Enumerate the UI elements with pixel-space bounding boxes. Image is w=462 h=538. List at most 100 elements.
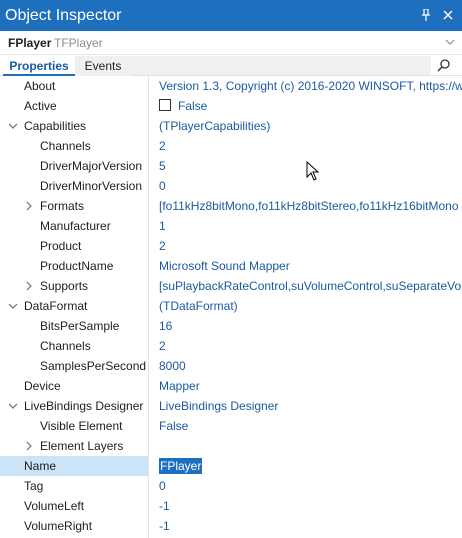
search-icon[interactable] xyxy=(437,58,453,74)
property-row[interactable]: Active False xyxy=(0,96,462,116)
property-row[interactable]: VolumeRight -1 xyxy=(0,516,462,536)
property-row[interactable]: SamplesPerSecond 8000 xyxy=(0,356,462,376)
property-name: LiveBindings Designer xyxy=(24,399,144,413)
property-value-cell[interactable]: [suPlaybackRateControl,suVolumeControl,s… xyxy=(159,276,462,296)
property-name-cell[interactable]: Active xyxy=(0,96,148,116)
property-value: Mapper xyxy=(159,379,200,393)
property-name-cell[interactable]: Supports xyxy=(0,276,148,296)
property-value-cell[interactable]: 8000 xyxy=(159,356,462,376)
chevron-down-icon[interactable] xyxy=(444,36,458,50)
property-value: 8000 xyxy=(159,359,186,373)
checkbox[interactable] xyxy=(159,99,171,111)
property-value-cell[interactable]: -1 xyxy=(159,516,462,536)
mouse-cursor-icon xyxy=(306,160,320,181)
chevron-right-icon[interactable] xyxy=(24,196,36,216)
property-value-cell[interactable]: -1 xyxy=(159,496,462,516)
property-name-cell[interactable]: About xyxy=(0,76,148,96)
property-name: BitsPerSample xyxy=(40,319,120,333)
property-name: ProductName xyxy=(40,259,114,273)
tab-properties[interactable]: Properties xyxy=(3,56,75,76)
property-name-cell[interactable]: DataFormat xyxy=(0,296,148,316)
property-row[interactable]: ProductName Microsoft Sound Mapper xyxy=(0,256,462,276)
property-value: False xyxy=(178,99,208,113)
property-value-cell[interactable]: FPlayer xyxy=(159,456,462,476)
property-row[interactable]: Formats [fo11kHz8bitMono,fo11kHz8bitStere… xyxy=(0,196,462,216)
property-row[interactable]: Manufacturer 1 xyxy=(0,216,462,236)
property-row[interactable]: Channels 2 xyxy=(0,136,462,156)
object-type: TFPlayer xyxy=(54,36,103,50)
property-name: Tag xyxy=(24,479,44,493)
property-row[interactable]: DataFormat (TDataFormat) xyxy=(0,296,462,316)
property-row[interactable]: DriverMajorVersion 5 xyxy=(0,156,462,176)
property-value-cell[interactable]: [fo11kHz8bitMono,fo11kHz8bitStereo,fo11k… xyxy=(159,196,462,216)
property-name-cell[interactable]: VolumeRight xyxy=(0,516,148,536)
property-name-cell[interactable]: Visible Element xyxy=(0,416,148,436)
property-value-cell[interactable]: (TDataFormat) xyxy=(159,296,462,316)
property-value-cell[interactable]: LiveBindings Designer xyxy=(159,396,462,416)
property-name-cell[interactable]: Element Layers xyxy=(0,436,148,456)
property-row[interactable]: LiveBindings Designer LiveBindings Design… xyxy=(0,396,462,416)
chevron-right-icon[interactable] xyxy=(24,276,36,296)
property-name-cell[interactable]: VolumeLeft xyxy=(0,496,148,516)
property-value-cell[interactable]: Version 1.3, Copyright (c) 2016-2020 WIN… xyxy=(159,76,462,96)
property-name-cell[interactable]: BitsPerSample xyxy=(0,316,148,336)
object-selector[interactable]: FPlayer TFPlayer xyxy=(0,31,462,55)
property-value-cell[interactable]: (TPlayerCapabilities) xyxy=(159,116,462,136)
property-row[interactable]: Capabilities (TPlayerCapabilities) xyxy=(0,116,462,136)
property-row[interactable]: Name FPlayer xyxy=(0,456,462,476)
chevron-down-icon[interactable] xyxy=(8,116,20,136)
property-value: 5 xyxy=(159,159,166,173)
property-value-cell[interactable] xyxy=(159,436,462,456)
property-row[interactable]: VolumeLeft -1 xyxy=(0,496,462,516)
property-value: 2 xyxy=(159,139,166,153)
window-title: Object Inspector xyxy=(5,7,122,24)
pin-icon[interactable] xyxy=(419,7,433,23)
property-name-cell[interactable]: LiveBindings Designer xyxy=(0,396,148,416)
property-name-cell[interactable]: Capabilities xyxy=(0,116,148,136)
property-name: DataFormat xyxy=(24,299,88,313)
chevron-right-icon[interactable] xyxy=(24,436,36,456)
property-row[interactable]: Element Layers xyxy=(0,436,462,456)
property-name-cell[interactable]: DriverMajorVersion xyxy=(0,156,148,176)
property-row[interactable]: Supports [suPlaybackRateControl,suVolumeC… xyxy=(0,276,462,296)
property-row[interactable]: Visible Element False xyxy=(0,416,462,436)
property-row[interactable]: DriverMinorVersion 0 xyxy=(0,176,462,196)
property-name-cell[interactable]: Name xyxy=(0,456,148,476)
property-value-cell[interactable]: 16 xyxy=(159,316,462,336)
column-divider[interactable] xyxy=(148,76,149,538)
property-value: 1 xyxy=(159,219,166,233)
property-value-cell[interactable]: 0 xyxy=(159,476,462,496)
property-name-cell[interactable]: Device xyxy=(0,376,148,396)
property-value-cell[interactable]: Mapper xyxy=(159,376,462,396)
search-field[interactable] xyxy=(131,56,431,75)
property-value-cell[interactable]: 2 xyxy=(159,236,462,256)
property-row[interactable]: Product 2 xyxy=(0,236,462,256)
property-row[interactable]: Tag 0 xyxy=(0,476,462,496)
property-name-cell[interactable]: Channels xyxy=(0,136,148,156)
property-value-cell[interactable]: 2 xyxy=(159,136,462,156)
property-value-cell[interactable]: 1 xyxy=(159,216,462,236)
property-name-cell[interactable]: Manufacturer xyxy=(0,216,148,236)
property-name-cell[interactable]: SamplesPerSecond xyxy=(0,356,148,376)
property-value-cell[interactable]: False xyxy=(159,96,462,116)
property-value-cell[interactable]: Microsoft Sound Mapper xyxy=(159,256,462,276)
property-name: Product xyxy=(40,239,82,253)
tab-events[interactable]: Events xyxy=(75,56,131,76)
property-name-cell[interactable]: DriverMinorVersion xyxy=(0,176,148,196)
property-name: Visible Element xyxy=(40,419,123,433)
property-value-cell[interactable]: 2 xyxy=(159,336,462,356)
property-row[interactable]: BitsPerSample 16 xyxy=(0,316,462,336)
chevron-down-icon[interactable] xyxy=(8,396,20,416)
property-value-cell[interactable]: False xyxy=(159,416,462,436)
property-name-cell[interactable]: Tag xyxy=(0,476,148,496)
property-row[interactable]: Channels 2 xyxy=(0,336,462,356)
property-row[interactable]: Device Mapper xyxy=(0,376,462,396)
property-name-cell[interactable]: Channels xyxy=(0,336,148,356)
property-name-cell[interactable]: Formats xyxy=(0,196,148,216)
property-value-editor[interactable]: FPlayer xyxy=(159,458,203,474)
property-row[interactable]: About Version 1.3, Copyright (c) 2016-202… xyxy=(0,76,462,96)
chevron-down-icon[interactable] xyxy=(8,296,20,316)
close-icon[interactable] xyxy=(441,7,455,23)
property-name-cell[interactable]: Product xyxy=(0,236,148,256)
property-name-cell[interactable]: ProductName xyxy=(0,256,148,276)
